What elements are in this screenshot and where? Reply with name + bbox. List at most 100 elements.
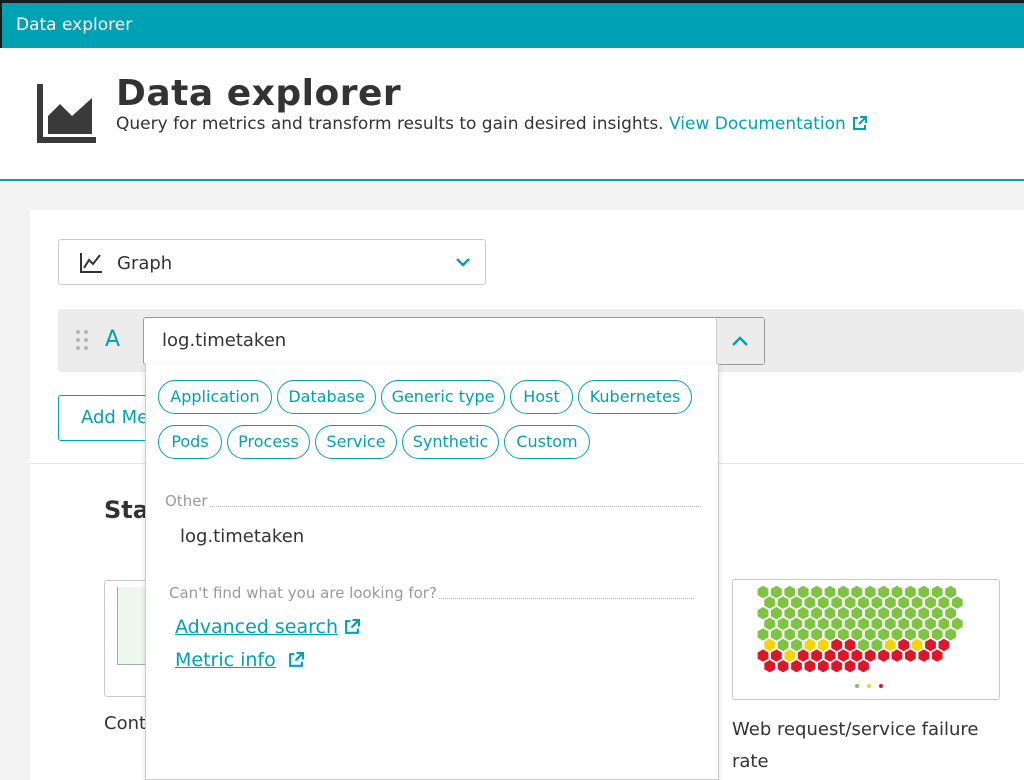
honeycomb-legend-dot bbox=[879, 684, 883, 688]
view-documentation-link[interactable]: View Documentation bbox=[669, 114, 867, 134]
honeycomb-cell bbox=[784, 628, 796, 641]
honeycomb-cell bbox=[831, 617, 843, 630]
honeycomb-cell bbox=[931, 649, 943, 662]
honeycomb-cell bbox=[764, 596, 776, 609]
honeycomb-cell bbox=[851, 585, 863, 599]
line-graph-icon bbox=[80, 253, 102, 273]
honeycomb-cell bbox=[851, 649, 863, 662]
honeycomb-cell bbox=[878, 607, 889, 620]
honeycomb-cell bbox=[931, 607, 943, 620]
honeycomb-cell bbox=[831, 660, 843, 673]
chip-application[interactable]: Application bbox=[158, 380, 272, 414]
advanced-search-link[interactable]: Advanced search bbox=[175, 616, 361, 638]
visualization-select[interactable]: Graph bbox=[58, 239, 486, 285]
honeycomb-cell bbox=[797, 649, 809, 662]
honeycomb-cell bbox=[817, 617, 829, 630]
honeycomb-cell bbox=[791, 596, 802, 609]
honeycomb-cell bbox=[891, 649, 903, 662]
template-card-left-label: Cont bbox=[104, 713, 147, 734]
honeycomb-legend-dot bbox=[867, 684, 871, 688]
honeycomb-cell bbox=[878, 585, 889, 599]
section-heading: Sta bbox=[104, 496, 148, 524]
honeycomb-cell bbox=[817, 638, 829, 652]
other-section-label: Other bbox=[165, 492, 701, 510]
honeycomb-cell bbox=[931, 585, 943, 599]
honeycomb-cell bbox=[811, 607, 822, 620]
chip-custom[interactable]: Custom bbox=[504, 425, 590, 459]
chip-pods[interactable]: Pods bbox=[158, 425, 222, 459]
honeycomb-cell bbox=[784, 585, 796, 599]
help-section-label: Can't find what you are looking for? bbox=[169, 584, 694, 602]
metric-search-input[interactable]: log.timetaken bbox=[143, 317, 765, 365]
honeycomb-cell bbox=[905, 585, 916, 599]
honeycomb-cell bbox=[771, 649, 782, 662]
honeycomb-cell bbox=[918, 649, 930, 662]
honeycomb-cell bbox=[905, 628, 916, 641]
honeycomb-cell bbox=[844, 617, 856, 630]
honeycomb-cell bbox=[804, 617, 816, 630]
honeycomb-cell bbox=[918, 585, 930, 599]
honeycomb-cell bbox=[764, 638, 776, 652]
honeycomb-cell bbox=[817, 660, 829, 673]
chip-kubernetes[interactable]: Kubernetes bbox=[578, 380, 692, 414]
metric-info-link[interactable]: Metric info bbox=[175, 649, 304, 671]
honeycomb-cell bbox=[858, 596, 869, 609]
honeycomb-cell bbox=[771, 585, 782, 599]
chip-synthetic[interactable]: Synthetic bbox=[402, 425, 499, 459]
honeycomb-cell bbox=[771, 628, 782, 641]
honeycomb-cell bbox=[777, 660, 789, 673]
honeycomb-cell bbox=[884, 638, 896, 652]
honeycomb-cell bbox=[864, 585, 876, 599]
honeycomb-cell bbox=[817, 596, 829, 609]
honeycomb-cell bbox=[844, 638, 856, 652]
honeycomb-cell bbox=[764, 660, 776, 673]
honeycomb-cell bbox=[838, 649, 849, 662]
honeycomb-cell bbox=[811, 628, 822, 641]
honeycomb-cell bbox=[925, 638, 936, 652]
honeycomb-cell bbox=[858, 660, 869, 673]
other-label-text: Other bbox=[165, 492, 208, 510]
chip-generic-type[interactable]: Generic type bbox=[381, 380, 505, 414]
honeycomb-cell bbox=[804, 660, 816, 673]
honeycomb-cell bbox=[797, 585, 809, 599]
top-bar-title: Data explorer bbox=[16, 15, 133, 35]
external-link-icon bbox=[345, 619, 361, 634]
honeycomb-cell bbox=[871, 617, 883, 630]
honeycomb-cell bbox=[757, 585, 769, 599]
chip-process[interactable]: Process bbox=[227, 425, 310, 459]
metric-dropdown-toggle[interactable] bbox=[716, 318, 764, 364]
chevron-down-icon bbox=[456, 258, 470, 267]
metric-option[interactable]: log.timetaken bbox=[180, 526, 304, 547]
chip-database[interactable]: Database bbox=[277, 380, 376, 414]
honeycomb-cell bbox=[891, 607, 903, 620]
honeycomb-cell bbox=[918, 628, 930, 641]
page-subtitle: Query for metrics and transform results … bbox=[116, 114, 867, 134]
honeycomb-cell bbox=[757, 607, 769, 620]
page-title: Data explorer bbox=[116, 73, 402, 114]
honeycomb-legend-dot bbox=[855, 684, 859, 688]
honeycomb-cell bbox=[858, 617, 869, 630]
honeycomb-cell bbox=[797, 628, 809, 641]
honeycomb-cell bbox=[851, 628, 863, 641]
honeycomb-cell bbox=[884, 617, 896, 630]
honeycomb-cell bbox=[871, 596, 883, 609]
honeycomb-cell bbox=[905, 649, 916, 662]
drag-handle-icon[interactable] bbox=[76, 330, 90, 352]
honeycomb-cell bbox=[945, 628, 956, 641]
honeycomb-cell bbox=[791, 617, 802, 630]
honeycomb-cell bbox=[878, 628, 889, 641]
visualization-select-value: Graph bbox=[117, 253, 173, 274]
honeycomb-cell bbox=[784, 607, 796, 620]
template-card-honeycomb[interactable] bbox=[732, 579, 1000, 700]
chip-host[interactable]: Host bbox=[510, 380, 573, 414]
view-documentation-label: View Documentation bbox=[669, 114, 846, 134]
honeycomb-cell bbox=[938, 638, 950, 652]
honeycomb-cell bbox=[925, 596, 936, 609]
honeycomb-thumbnail bbox=[757, 585, 963, 688]
honeycomb-cell bbox=[791, 638, 802, 652]
page-header: Data explorer Query for metrics and tran… bbox=[0, 48, 1024, 181]
honeycomb-cell bbox=[831, 596, 843, 609]
honeycomb-cell bbox=[797, 607, 809, 620]
chip-service[interactable]: Service bbox=[315, 425, 397, 459]
honeycomb-cell bbox=[824, 585, 836, 599]
